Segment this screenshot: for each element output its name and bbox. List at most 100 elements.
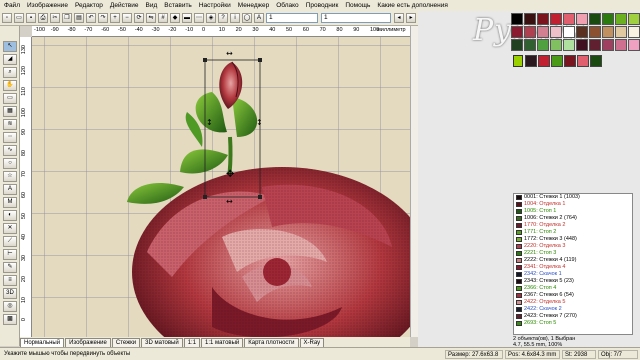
right-icon[interactable]: ▸ — [406, 13, 416, 23]
view-tab[interactable]: Изображение — [65, 338, 111, 347]
open-file-icon[interactable]: ▭ — [14, 13, 24, 23]
thread-swatch[interactable] — [577, 55, 589, 67]
menu-item[interactable]: Файл — [4, 2, 20, 9]
palette-swatch[interactable] — [576, 39, 588, 51]
menu-item[interactable]: Редактор — [75, 2, 103, 9]
menu-item[interactable]: Менеджер — [238, 2, 270, 9]
thread-row[interactable]: 2366: Стоп 4 — [514, 285, 632, 292]
redo-icon[interactable]: ↷ — [98, 13, 108, 23]
palette-swatch[interactable] — [550, 26, 562, 38]
palette-swatch[interactable] — [563, 13, 575, 25]
view-tab[interactable]: Нормальный — [20, 338, 65, 347]
star-icon[interactable]: ☆ — [3, 171, 17, 182]
menu-item[interactable]: Какие есть дополнения — [377, 2, 447, 9]
thread-row[interactable]: 2341: Отделка 4 — [514, 264, 632, 271]
3d-view-icon[interactable]: 3D — [3, 288, 17, 299]
resize-bottom-handle[interactable]: ↔ — [226, 197, 233, 206]
palette-swatch[interactable] — [537, 26, 549, 38]
canvas-vertical-scrollbar[interactable] — [410, 26, 418, 337]
thread-row[interactable]: 1005: Стоп 1 — [514, 208, 632, 215]
rose-embroidery[interactable]: ↔ ↕ ↕ ↔ ✥ — [32, 37, 410, 337]
copy-icon[interactable]: ❐ — [62, 13, 72, 23]
view-tab[interactable]: 1:1 матовый — [201, 338, 244, 347]
resize-left-handle[interactable]: ↕ — [206, 118, 213, 127]
thread-row[interactable]: 2220: Отделка 3 — [514, 243, 632, 250]
palette-swatch[interactable] — [602, 39, 614, 51]
handle-bl[interactable] — [203, 195, 207, 199]
thread-row[interactable]: 1006: Стежки 2 (764) — [514, 215, 632, 222]
handle-tr[interactable] — [258, 58, 262, 62]
thread-row[interactable]: 2693: Стоп 5 — [514, 320, 632, 327]
hoop-icon[interactable]: ◯ — [242, 13, 252, 23]
palette-swatch[interactable] — [615, 13, 627, 25]
hoop-tool-icon[interactable]: ◎ — [3, 301, 17, 312]
thread-row[interactable]: 2221: Стоп 3 — [514, 250, 632, 257]
view-tab[interactable]: 3D матовый — [141, 338, 183, 347]
thread-row[interactable]: 2342: Скачок 1 — [514, 271, 632, 278]
palette-swatch[interactable] — [628, 13, 640, 25]
color-picker-icon[interactable]: ✎ — [3, 262, 17, 273]
satin-icon[interactable]: ≋ — [3, 119, 17, 130]
thread-row[interactable]: 2422: Отделка 5 — [514, 299, 632, 306]
rotate-icon[interactable]: ⟳ — [134, 13, 144, 23]
view-tab[interactable]: X-Ray — [299, 338, 325, 347]
palette-swatch[interactable] — [524, 26, 536, 38]
print-icon[interactable]: ⎙ — [38, 13, 48, 23]
cut-icon[interactable]: ✂ — [50, 13, 60, 23]
pan-icon[interactable]: ✋ — [3, 80, 17, 91]
cross-stitch-icon[interactable]: ✕ — [3, 223, 17, 234]
palette-swatch[interactable] — [589, 13, 601, 25]
help-icon[interactable]: ? — [218, 13, 228, 23]
zoom-in-icon[interactable]: + — [110, 13, 120, 23]
palette-swatch[interactable] — [537, 13, 549, 25]
knife-icon[interactable]: ⟋ — [3, 236, 17, 247]
palette-swatch[interactable] — [563, 39, 575, 51]
thread-row[interactable]: 2422: Скачок 2 — [514, 306, 632, 313]
thread-row[interactable]: 0001: Стежки 1 (1003) — [514, 194, 632, 201]
node-edit-icon[interactable]: ◢ — [3, 54, 17, 65]
zoom-icon[interactable]: ⌕ — [3, 67, 17, 78]
stitch-icon[interactable]: ⋯ — [194, 13, 204, 23]
menu-item[interactable]: Изображение — [27, 2, 68, 9]
menu-item[interactable]: Проводник — [306, 2, 339, 9]
view-tab[interactable]: Карта плотности — [244, 338, 299, 347]
thread-swatch[interactable] — [538, 55, 550, 67]
save-icon[interactable]: ▪ — [26, 13, 36, 23]
select-arrow-icon[interactable]: ↖ — [3, 41, 17, 52]
thread-row[interactable]: 1771: Стоп 2 — [514, 229, 632, 236]
run-stitch-icon[interactable]: ┄ — [3, 132, 17, 143]
palette-swatch[interactable] — [511, 39, 523, 51]
toolbar-field-1[interactable]: 1 — [266, 13, 318, 23]
new-file-icon[interactable]: ▫ — [2, 13, 12, 23]
palette-swatch[interactable] — [524, 39, 536, 51]
view-tab[interactable]: Стежки — [111, 338, 141, 347]
resize-h-handle[interactable]: ↔ — [226, 49, 233, 58]
palette-swatch[interactable] — [576, 13, 588, 25]
palette-swatch[interactable] — [511, 13, 523, 25]
text-tool-icon[interactable]: A — [3, 184, 17, 195]
palette-swatch[interactable] — [589, 26, 601, 38]
menu-item[interactable]: Настройки — [199, 2, 231, 9]
palette-swatch[interactable] — [537, 39, 549, 51]
view-tab[interactable]: 1:1 — [183, 338, 201, 347]
thread-list[interactable]: 0001: Стежки 1 (1003) 1004: Отделка 1 1005… — [513, 193, 633, 335]
monogram-icon[interactable]: M — [3, 197, 17, 208]
palette-swatch[interactable] — [563, 26, 575, 38]
design-canvas[interactable]: ↔ ↕ ↕ ↔ ✥ — [32, 37, 410, 337]
3d-icon[interactable]: ◈ — [206, 13, 216, 23]
thread-row[interactable]: 1770: Отделка 2 — [514, 222, 632, 229]
layers-icon[interactable]: ≡ — [3, 275, 17, 286]
photo-stitch-icon[interactable]: ▩ — [3, 314, 17, 325]
thread-swatch[interactable] — [564, 55, 576, 67]
menu-item[interactable]: Вставить — [164, 2, 192, 9]
left-icon[interactable]: ◂ — [394, 13, 404, 23]
menu-item[interactable]: Действие — [110, 2, 139, 9]
resize-right-handle[interactable]: ↕ — [256, 118, 263, 127]
palette-swatch[interactable] — [511, 26, 523, 38]
circle-icon[interactable]: ○ — [3, 158, 17, 169]
grid-icon[interactable]: # — [158, 13, 168, 23]
menu-item[interactable]: Облако — [276, 2, 298, 9]
palette-swatch[interactable] — [615, 26, 627, 38]
mirror-icon[interactable]: ⇋ — [146, 13, 156, 23]
palette-swatch[interactable] — [628, 26, 640, 38]
